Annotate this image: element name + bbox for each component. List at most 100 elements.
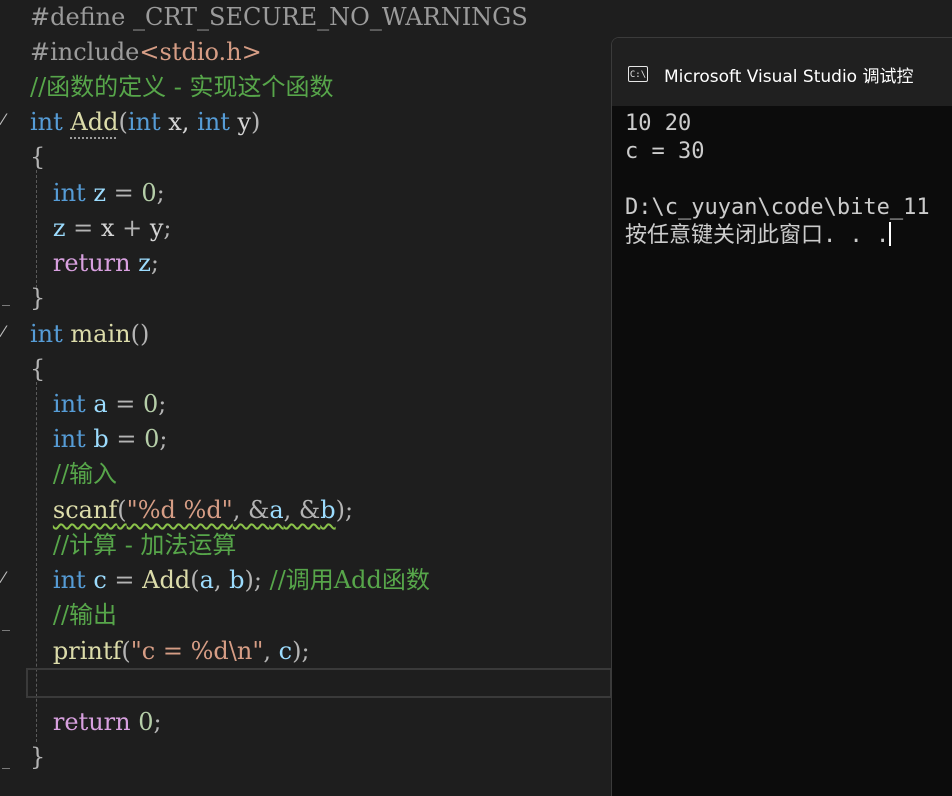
window-title: Microsoft Visual Studio 调试控 bbox=[664, 66, 914, 87]
code-token: { bbox=[30, 355, 46, 383]
code-token: printf bbox=[52, 637, 122, 665]
fold-end-tick bbox=[2, 768, 10, 769]
code-line[interactable]: printf("c = %d\n", c); bbox=[30, 634, 310, 669]
code-token: int bbox=[197, 108, 230, 136]
code-token: ; bbox=[156, 179, 165, 207]
console-output-line: c = 30 bbox=[625, 139, 705, 164]
code-token: #define bbox=[30, 3, 133, 31]
code-line[interactable]: //输入 bbox=[30, 457, 117, 492]
code-token: int bbox=[30, 320, 63, 348]
code-line[interactable]: //输出 bbox=[30, 598, 117, 633]
code-token: c bbox=[278, 637, 293, 665]
code-token: y bbox=[149, 214, 164, 242]
code-token: = bbox=[105, 179, 142, 207]
code-token: ( bbox=[121, 637, 131, 665]
code-token: x bbox=[100, 214, 115, 242]
console-output-line: D:\c_yuyan\code\bite_11 bbox=[625, 195, 930, 220]
code-line[interactable]: int c = Add(a, b); //调用Add函数 bbox=[30, 563, 430, 598]
collapse-marker-icon[interactable]: ⁄ bbox=[2, 568, 5, 587]
code-token: + bbox=[114, 214, 150, 242]
code-token: ); bbox=[335, 496, 354, 524]
code-line[interactable]: } bbox=[30, 740, 45, 775]
collapse-marker-icon[interactable]: ⁄ bbox=[2, 322, 5, 341]
code-token: , bbox=[263, 637, 279, 665]
console-title-bar[interactable]: C:\ Microsoft Visual Studio 调试控 bbox=[612, 38, 952, 106]
code-token: a bbox=[199, 566, 214, 594]
code-token: ( bbox=[117, 496, 127, 524]
code-line[interactable]: //函数的定义 - 实现这个函数 bbox=[30, 70, 334, 105]
current-line-highlight bbox=[26, 668, 612, 698]
code-token: ); bbox=[292, 637, 310, 665]
code-token: a bbox=[269, 496, 284, 524]
code-token: int bbox=[127, 108, 161, 136]
code-token: z bbox=[138, 249, 151, 277]
code-token: } bbox=[30, 743, 46, 771]
code-line[interactable]: //计算 - 加法运算 bbox=[30, 528, 237, 563]
code-token: Add bbox=[70, 108, 119, 136]
code-line[interactable]: { bbox=[30, 352, 45, 387]
code-token: ; bbox=[158, 390, 167, 418]
code-token: //计算 - 加法运算 bbox=[52, 531, 237, 559]
code-token: , bbox=[213, 566, 230, 594]
code-token: { bbox=[30, 143, 46, 171]
console-output-line: 10 20 bbox=[625, 111, 692, 136]
code-token: //函数的定义 - 实现这个函数 bbox=[30, 73, 334, 101]
code-token: = bbox=[65, 214, 101, 242]
code-token: int bbox=[52, 566, 86, 594]
code-token: 0 bbox=[138, 708, 154, 736]
code-token: 0 bbox=[144, 425, 160, 453]
text-cursor bbox=[889, 222, 892, 246]
cmd-icon: C:\ bbox=[628, 66, 648, 82]
code-line[interactable]: int b = 0; bbox=[30, 422, 168, 457]
code-token: #include bbox=[30, 38, 140, 66]
code-token: = bbox=[106, 566, 143, 594]
code-token: //输出 bbox=[52, 601, 118, 629]
code-token: int bbox=[52, 390, 86, 418]
code-token: int bbox=[52, 179, 86, 207]
code-line[interactable]: int main() bbox=[30, 317, 149, 352]
code-token: c bbox=[93, 566, 107, 594]
code-token: return bbox=[52, 249, 131, 277]
code-line[interactable]: int z = 0; bbox=[30, 176, 165, 211]
code-token: scanf bbox=[52, 496, 118, 524]
indent-guide bbox=[36, 170, 37, 288]
code-token: , & bbox=[283, 496, 321, 524]
code-line[interactable]: z = x + y; bbox=[30, 211, 172, 246]
code-token: int bbox=[30, 108, 63, 136]
code-token: ; bbox=[153, 708, 162, 736]
console-output-line: 按任意键关闭此窗口. . . bbox=[625, 222, 892, 250]
code-token: } bbox=[30, 284, 46, 312]
code-line[interactable]: #define _CRT_SECURE_NO_WARNINGS bbox=[30, 0, 528, 35]
code-token: main bbox=[70, 320, 131, 348]
code-token: "c = %d\n" bbox=[130, 637, 264, 665]
code-line[interactable]: int Add(int x, int y) bbox=[30, 105, 260, 140]
code-token: return bbox=[52, 708, 131, 736]
code-token: <stdio.h> bbox=[139, 38, 262, 66]
console-prompt-text: 按任意键关闭此窗口. . . bbox=[625, 223, 890, 248]
code-token: Add bbox=[142, 566, 191, 594]
code-token: ; bbox=[163, 214, 172, 242]
collapse-marker-icon[interactable]: ⁄ bbox=[2, 110, 5, 129]
code-token: ( bbox=[118, 108, 128, 136]
code-token: ( bbox=[190, 566, 200, 594]
code-line[interactable]: return 0; bbox=[30, 705, 162, 740]
code-line[interactable]: return z; bbox=[30, 246, 159, 281]
code-line[interactable]: } bbox=[30, 281, 45, 316]
code-line[interactable]: #include<stdio.h> bbox=[30, 35, 262, 70]
code-line[interactable]: int a = 0; bbox=[30, 387, 166, 422]
console-tab[interactable]: C:\ Microsoft Visual Studio 调试控 bbox=[628, 48, 952, 100]
debug-console-window[interactable]: C:\ Microsoft Visual Studio 调试控 10 20 c … bbox=[611, 37, 952, 796]
code-token: ; bbox=[159, 425, 168, 453]
code-line[interactable]: scanf("%d %d", &a, &b); bbox=[30, 493, 353, 528]
code-token: x, bbox=[160, 108, 198, 136]
code-token: ) bbox=[251, 108, 261, 136]
code-line[interactable]: { bbox=[30, 140, 45, 175]
